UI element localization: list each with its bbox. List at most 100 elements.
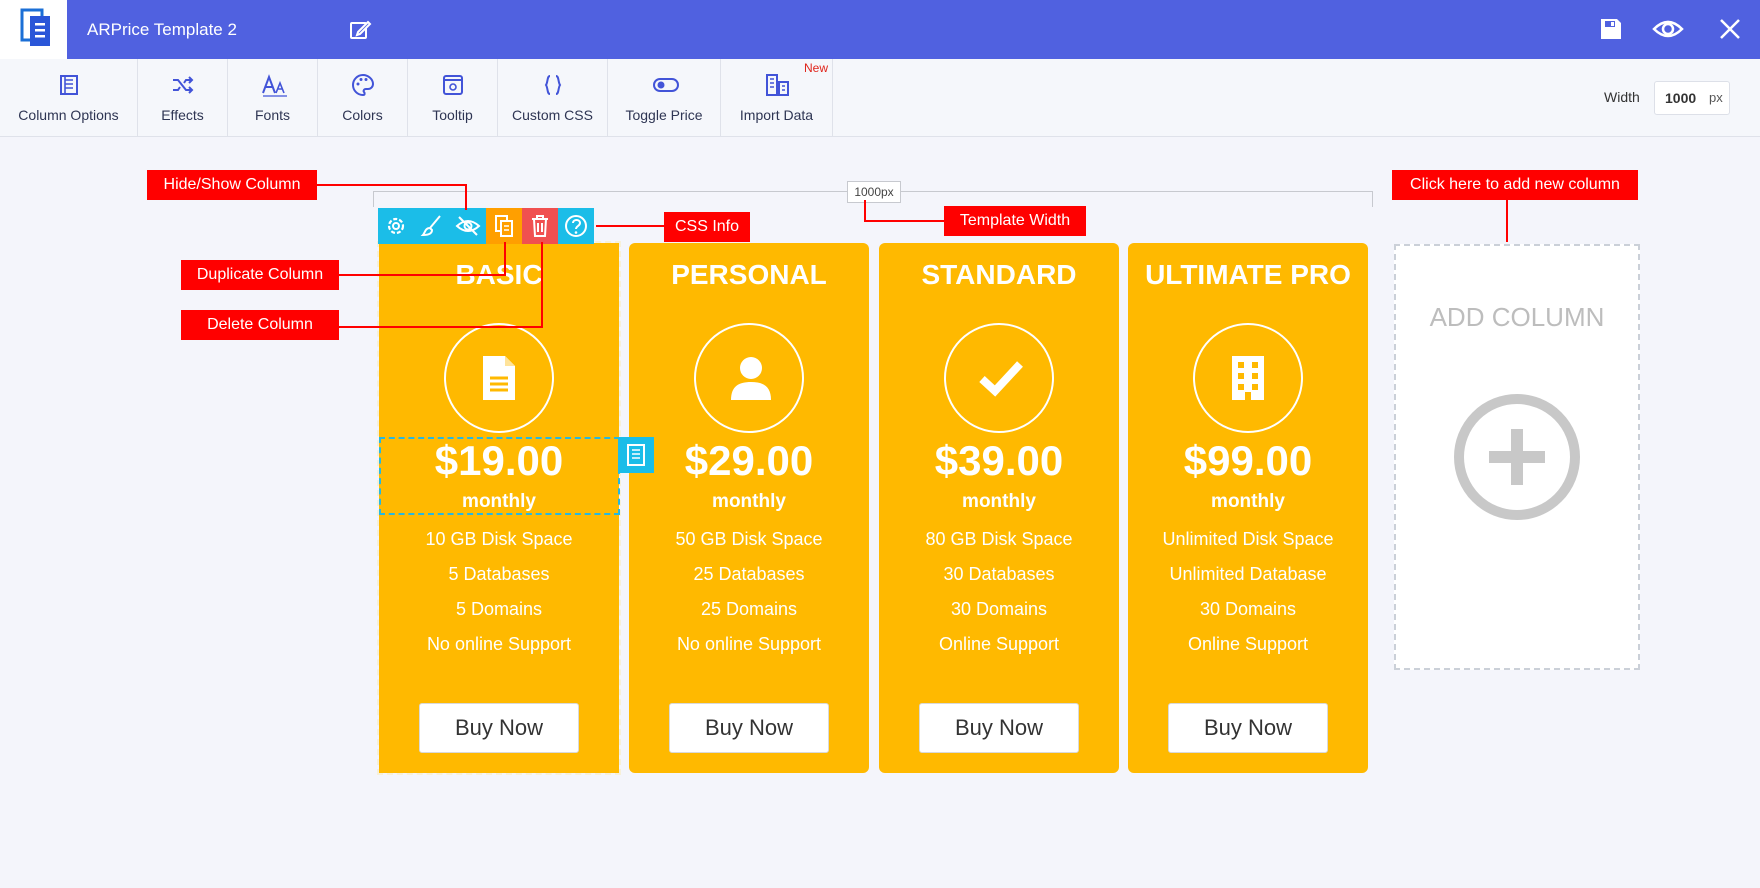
toolbar-label: Custom CSS [512, 107, 593, 123]
add-column-placeholder[interactable]: ADD COLUMN [1394, 244, 1640, 670]
building-icon [1232, 356, 1264, 400]
buy-now-button[interactable]: Buy Now [1168, 703, 1328, 753]
editor-toolbar: Column Options Effects Fonts Colors Tool… [0, 59, 1760, 137]
connector-line [339, 274, 505, 276]
user-icon [731, 357, 771, 400]
fonts-icon [261, 74, 287, 97]
callout-add-column: Click here to add new column [1392, 170, 1638, 200]
toolbar-label: Tooltip [432, 107, 473, 123]
buy-now-button[interactable]: Buy Now [919, 703, 1079, 753]
hide-show-column-button[interactable] [450, 208, 486, 244]
document-icon [483, 356, 515, 400]
connector-line [864, 220, 944, 222]
template-width-indicator: 1000px [847, 181, 901, 203]
feature-row[interactable]: Unlimited Database [1128, 564, 1368, 585]
feature-row[interactable]: No online Support [629, 634, 869, 655]
feature-row[interactable]: 30 Domains [879, 599, 1119, 620]
feature-row[interactable]: 30 Domains [1128, 599, 1368, 620]
toolbar-effects[interactable]: Effects [138, 59, 228, 136]
column-icon-circle[interactable] [694, 323, 804, 433]
connector-line [596, 225, 664, 227]
price-section-settings-button[interactable] [618, 437, 654, 473]
toolbar-colors[interactable]: Colors [318, 59, 408, 136]
feature-row[interactable]: 5 Databases [379, 564, 619, 585]
column-period[interactable]: monthly [1128, 491, 1368, 513]
buy-now-button[interactable]: Buy Now [669, 703, 829, 753]
column-title[interactable]: ULTIMATE PRO [1128, 259, 1368, 291]
toolbar-tooltip[interactable]: Tooltip [408, 59, 498, 136]
feature-row[interactable]: 25 Domains [629, 599, 869, 620]
feature-row[interactable]: Online Support [1128, 634, 1368, 655]
column-period[interactable]: monthly [629, 491, 869, 513]
connector-line [864, 200, 866, 222]
toolbar-import-data[interactable]: Import Data New [721, 59, 833, 136]
checkmark-icon [979, 361, 1023, 397]
column-price[interactable]: $39.00 [879, 437, 1119, 485]
callout-delete: Delete Column [181, 310, 339, 340]
feature-row[interactable]: 30 Databases [879, 564, 1119, 585]
feature-row[interactable]: No online Support [379, 634, 619, 655]
question-icon [565, 215, 587, 237]
close-icon[interactable] [1717, 16, 1743, 47]
toggle-icon [653, 78, 679, 92]
add-column-plus-icon[interactable] [1453, 393, 1581, 526]
gear-icon [387, 217, 405, 235]
save-icon[interactable] [1598, 16, 1624, 47]
column-options-icon [59, 75, 78, 95]
duplicate-column-button[interactable] [486, 208, 522, 244]
toolbar-label: Colors [342, 107, 383, 123]
ruler-right-tick [1372, 191, 1373, 207]
column-style-button[interactable] [414, 208, 450, 244]
column-period[interactable]: monthly [879, 491, 1119, 513]
toolbar-label: Fonts [254, 107, 290, 123]
feature-row[interactable]: 25 Databases [629, 564, 869, 585]
template-title: ARPrice Template 2 [87, 20, 237, 39]
pricing-column-ultimate-pro[interactable]: ULTIMATE PRO $99.00 monthly Unlimited Di… [1128, 243, 1368, 773]
width-label: Width [1604, 89, 1640, 105]
connector-line [1506, 200, 1508, 242]
ruler-left-tick [373, 191, 374, 207]
callout-duplicate: Duplicate Column [181, 260, 339, 290]
top-bar: ARPrice Template 2 [0, 0, 1760, 59]
section-list-icon [627, 444, 645, 466]
preview-eye-icon[interactable] [1652, 14, 1684, 49]
brush-icon [420, 215, 441, 237]
column-icon-circle[interactable] [1193, 323, 1303, 433]
width-unit: px [1709, 90, 1723, 105]
toolbar-custom-css[interactable]: Custom CSS [498, 59, 608, 136]
feature-row[interactable]: 5 Domains [379, 599, 619, 620]
css-info-button[interactable] [558, 208, 594, 244]
palette-icon [351, 73, 374, 97]
column-price[interactable]: $29.00 [629, 437, 869, 485]
column-price[interactable]: $99.00 [1128, 437, 1368, 485]
toolbar-fonts[interactable]: Fonts [228, 59, 318, 136]
toolbar-toggle-price[interactable]: Toggle Price [608, 59, 721, 136]
column-icon-circle[interactable] [444, 323, 554, 433]
width-input[interactable]: 1000 px [1654, 81, 1730, 115]
buy-now-button[interactable]: Buy Now [419, 703, 579, 753]
toolbar-label: Import Data [739, 107, 814, 123]
shuffle-icon [172, 76, 193, 94]
edit-title-icon[interactable] [348, 18, 372, 47]
feature-row[interactable]: Unlimited Disk Space [1128, 529, 1368, 550]
toolbar-column-options[interactable]: Column Options [0, 59, 138, 136]
pricing-column-standard[interactable]: STANDARD $39.00 monthly 80 GB Disk Space… [879, 243, 1119, 773]
app-logo [0, 0, 67, 59]
column-title[interactable]: STANDARD [879, 259, 1119, 291]
feature-row[interactable]: 10 GB Disk Space [379, 529, 619, 550]
column-icon-circle[interactable] [944, 323, 1054, 433]
callout-css-info: CSS Info [664, 212, 750, 242]
delete-column-button[interactable] [522, 208, 558, 244]
price-section-selection[interactable] [379, 437, 620, 515]
feature-row[interactable]: 50 GB Disk Space [629, 529, 869, 550]
trash-icon [532, 215, 548, 237]
add-column-label: ADD COLUMN [1429, 302, 1605, 332]
tooltip-icon [442, 75, 463, 95]
column-title[interactable]: PERSONAL [629, 259, 869, 291]
feature-row[interactable]: Online Support [879, 634, 1119, 655]
callout-template-width: Template Width [944, 206, 1086, 236]
feature-row[interactable]: 80 GB Disk Space [879, 529, 1119, 550]
pricing-column-personal[interactable]: PERSONAL $29.00 monthly 50 GB Disk Space… [629, 243, 869, 773]
column-settings-button[interactable] [378, 208, 414, 244]
connector-line [504, 242, 506, 276]
